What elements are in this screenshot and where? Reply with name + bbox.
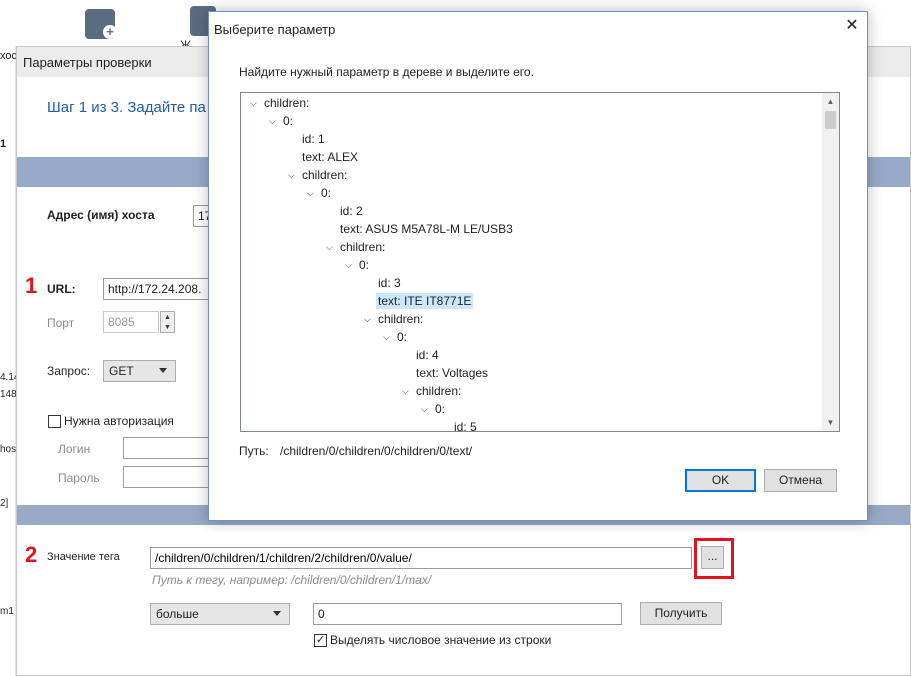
expand-chevron-icon[interactable]: ⌵	[307, 185, 317, 201]
url-label: URL:	[47, 282, 76, 296]
host-label: Адрес (имя) хоста	[47, 208, 155, 222]
tree-node[interactable]: children:	[378, 311, 423, 327]
get-button[interactable]: Получить	[640, 602, 722, 625]
port-input[interactable]: 8085	[103, 311, 159, 333]
expand-chevron-icon[interactable]: ⌵	[364, 311, 374, 327]
select-parameter-dialog: Выберите параметр ✕ Найдите нужный парам…	[208, 11, 868, 521]
expand-chevron-icon[interactable]: ⌵	[383, 329, 393, 345]
tree-node[interactable]: id: 3	[378, 275, 401, 291]
left-text-4: 148	[0, 389, 17, 400]
chevron-down-icon	[273, 611, 281, 616]
tag-hint: Путь к тегу, например: /children/0/child…	[152, 573, 432, 587]
select-parameter-title: Выберите параметр	[209, 12, 867, 44]
tree-node[interactable]: id: 1	[302, 131, 325, 147]
marker-2: 2	[25, 542, 38, 567]
expand-chevron-icon[interactable]: ⌵	[402, 383, 412, 399]
add-check-icon[interactable]: +	[85, 9, 117, 39]
login-input[interactable]	[123, 437, 213, 459]
ok-button[interactable]: OK	[685, 469, 756, 492]
left-text-1: хос	[0, 50, 17, 62]
tree-node[interactable]: 0:	[359, 257, 369, 273]
auth-checkbox[interactable]	[48, 415, 61, 428]
port-spinner[interactable]: ▲ ▼	[160, 311, 175, 333]
tree-node[interactable]: text: ALEX	[302, 149, 358, 165]
left-text-5: hos	[0, 444, 17, 455]
left-text-6: 2]	[0, 498, 9, 509]
spinner-down-icon[interactable]: ▼	[161, 322, 174, 332]
tree-node[interactable]: children:	[340, 239, 385, 255]
tree-node[interactable]: text: Voltages	[416, 365, 488, 381]
parameter-tree[interactable]: ▲ ▼ ⌵ children: ⌵ 0: id: 1 text: ALEX ⌵ childre…	[240, 92, 840, 432]
threshold-input[interactable]: 0	[313, 603, 622, 625]
cancel-button[interactable]: Отмена	[764, 469, 837, 492]
login-label: Логин	[58, 442, 91, 456]
tree-node[interactable]: 0:	[397, 329, 407, 345]
request-label: Запрос:	[47, 364, 91, 378]
left-text-2: 1	[0, 138, 7, 150]
tag-value-input[interactable]: /children/0/children/1/children/2/childr…	[150, 547, 692, 569]
extract-numeric-label: Выделять числовое значение из строки	[330, 633, 552, 647]
tree-node[interactable]: 0:	[283, 113, 293, 129]
path-label: Путь:	[239, 444, 269, 458]
tree-node[interactable]: id: 2	[340, 203, 363, 219]
path-value: /children/0/children/0/children/0/text/	[280, 444, 473, 458]
spinner-up-icon[interactable]: ▲	[161, 312, 174, 322]
tree-node[interactable]: 0:	[435, 401, 445, 417]
step-title: Шаг 1 из 3. Задайте па	[47, 99, 206, 116]
tree-node[interactable]: text: ITE IT8771E	[376, 293, 474, 309]
password-input[interactable]	[123, 466, 213, 488]
tree-node[interactable]: text: ASUS M5A78L-M LE/USB3	[340, 221, 513, 237]
chevron-down-icon	[159, 368, 167, 373]
tree-node[interactable]: id: 4	[416, 347, 439, 363]
scroll-thumb[interactable]	[825, 111, 836, 129]
tree-node[interactable]: children:	[416, 383, 461, 399]
comparison-select[interactable]: больше	[150, 603, 290, 625]
background-left-strip: хос 1 4.14 148 hos 2] m1	[0, 46, 19, 676]
scroll-down-icon[interactable]: ▼	[822, 414, 839, 431]
url-input[interactable]: http://172.24.208.	[103, 278, 211, 300]
tree-node[interactable]: children:	[302, 167, 347, 183]
expand-chevron-icon[interactable]: ⌵	[288, 167, 298, 183]
port-label: Порт	[47, 316, 75, 330]
tree-node[interactable]: 0:	[321, 185, 331, 201]
tree-scrollbar[interactable]: ▲ ▼	[822, 93, 839, 431]
expand-chevron-icon[interactable]: ⌵	[326, 239, 336, 255]
tree-node[interactable]: children:	[264, 95, 309, 111]
tree-node[interactable]: id: 5	[454, 419, 477, 431]
tree-instruction: Найдите нужный параметр в дереве и выдел…	[239, 65, 534, 79]
request-select-value: GET	[109, 364, 134, 378]
extract-numeric-checkbox[interactable]: ✓	[314, 634, 327, 647]
marker-1: 1	[25, 273, 38, 298]
password-label: Пароль	[58, 471, 100, 485]
scroll-up-icon[interactable]: ▲	[822, 93, 839, 110]
expand-chevron-icon[interactable]: ⌵	[250, 95, 260, 111]
browse-button[interactable]: ...	[701, 546, 724, 569]
comparison-select-value: больше	[156, 607, 199, 621]
auth-label: Нужна авторизация	[64, 414, 174, 428]
tag-value-label: Значение тега	[47, 551, 120, 563]
close-icon[interactable]: ✕	[837, 12, 867, 42]
expand-chevron-icon[interactable]: ⌵	[421, 401, 431, 417]
left-text-7: m1	[0, 606, 14, 617]
expand-chevron-icon[interactable]: ⌵	[269, 113, 279, 129]
request-select[interactable]: GET	[103, 360, 176, 382]
expand-chevron-icon[interactable]: ⌵	[345, 257, 355, 273]
